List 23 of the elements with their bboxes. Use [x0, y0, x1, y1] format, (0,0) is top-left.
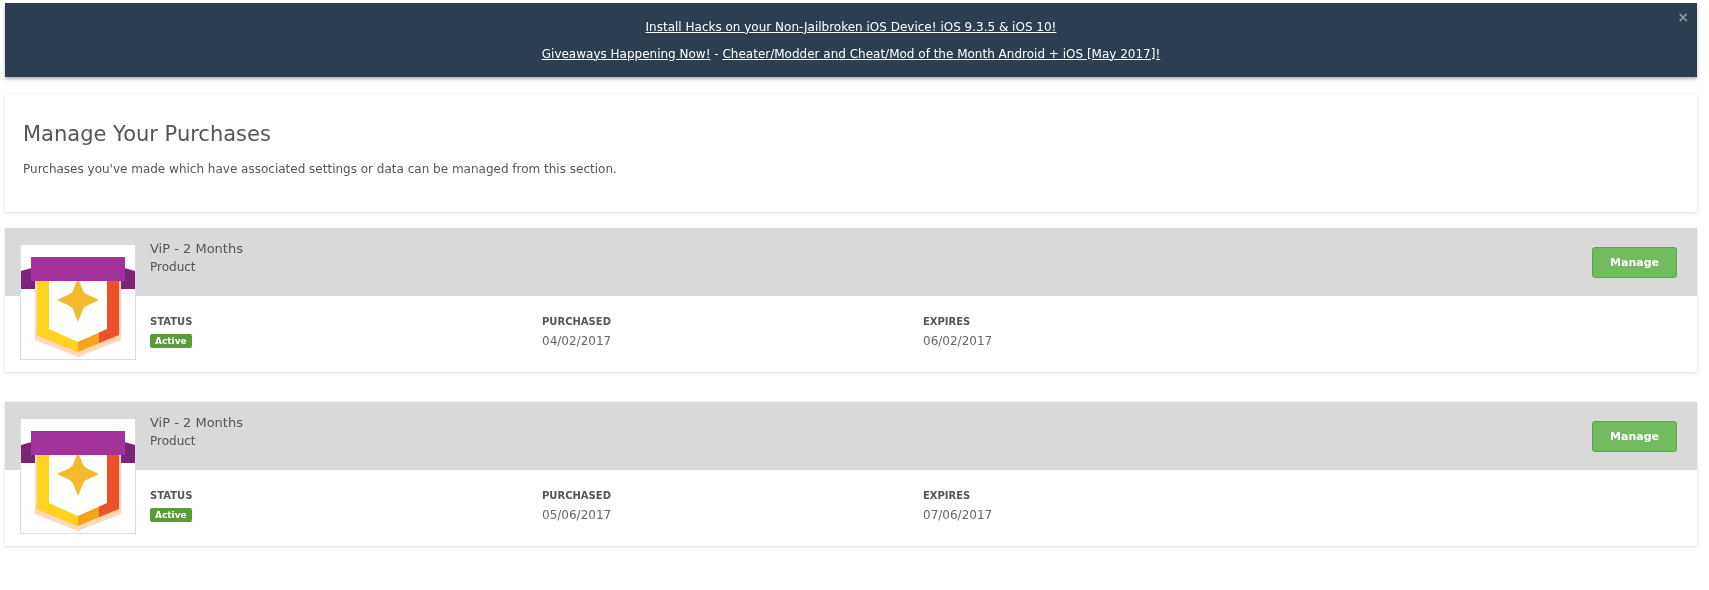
status-badge: Active — [150, 508, 192, 522]
expires-date: 06/02/2017 — [923, 334, 993, 348]
page-title: Manage Your Purchases — [23, 122, 272, 146]
purchased-date: 04/02/2017 — [542, 334, 612, 348]
page-description: Purchases you've made which have associated settings or data can be managed from this section. — [23, 162, 618, 176]
expires-label: EXPIRES — [923, 490, 971, 501]
status-label: STATUS — [150, 316, 193, 327]
status-label: STATUS — [150, 490, 193, 501]
purchased-label: PURCHASED — [542, 490, 611, 501]
expires-label: EXPIRES — [923, 316, 971, 327]
purchased-date: 05/06/2017 — [542, 508, 612, 522]
purchased-label: PURCHASED — [542, 316, 611, 327]
product-name: ViP - 2 Months — [150, 414, 243, 430]
status-badge: Active — [150, 334, 192, 348]
announcement-link[interactable]: Install Hacks on your Non-Jailbroken iOS Device! iOS 9.3.5 & iOS 10! — [645, 19, 1057, 34]
product-type: Product — [150, 433, 197, 448]
close-icon[interactable]: × — [1677, 9, 1689, 25]
expires-date: 07/06/2017 — [923, 508, 993, 522]
announcement-link[interactable]: Cheater/Modder and Cheat/Mod of the Month Android + iOS [May 2017]! — [722, 46, 1161, 61]
product-name: ViP - 2 Months — [150, 240, 243, 256]
announcement-link[interactable]: Giveaways Happening Now! — [541, 46, 711, 61]
product-type: Product — [150, 259, 197, 274]
separator-text: - — [713, 46, 720, 61]
